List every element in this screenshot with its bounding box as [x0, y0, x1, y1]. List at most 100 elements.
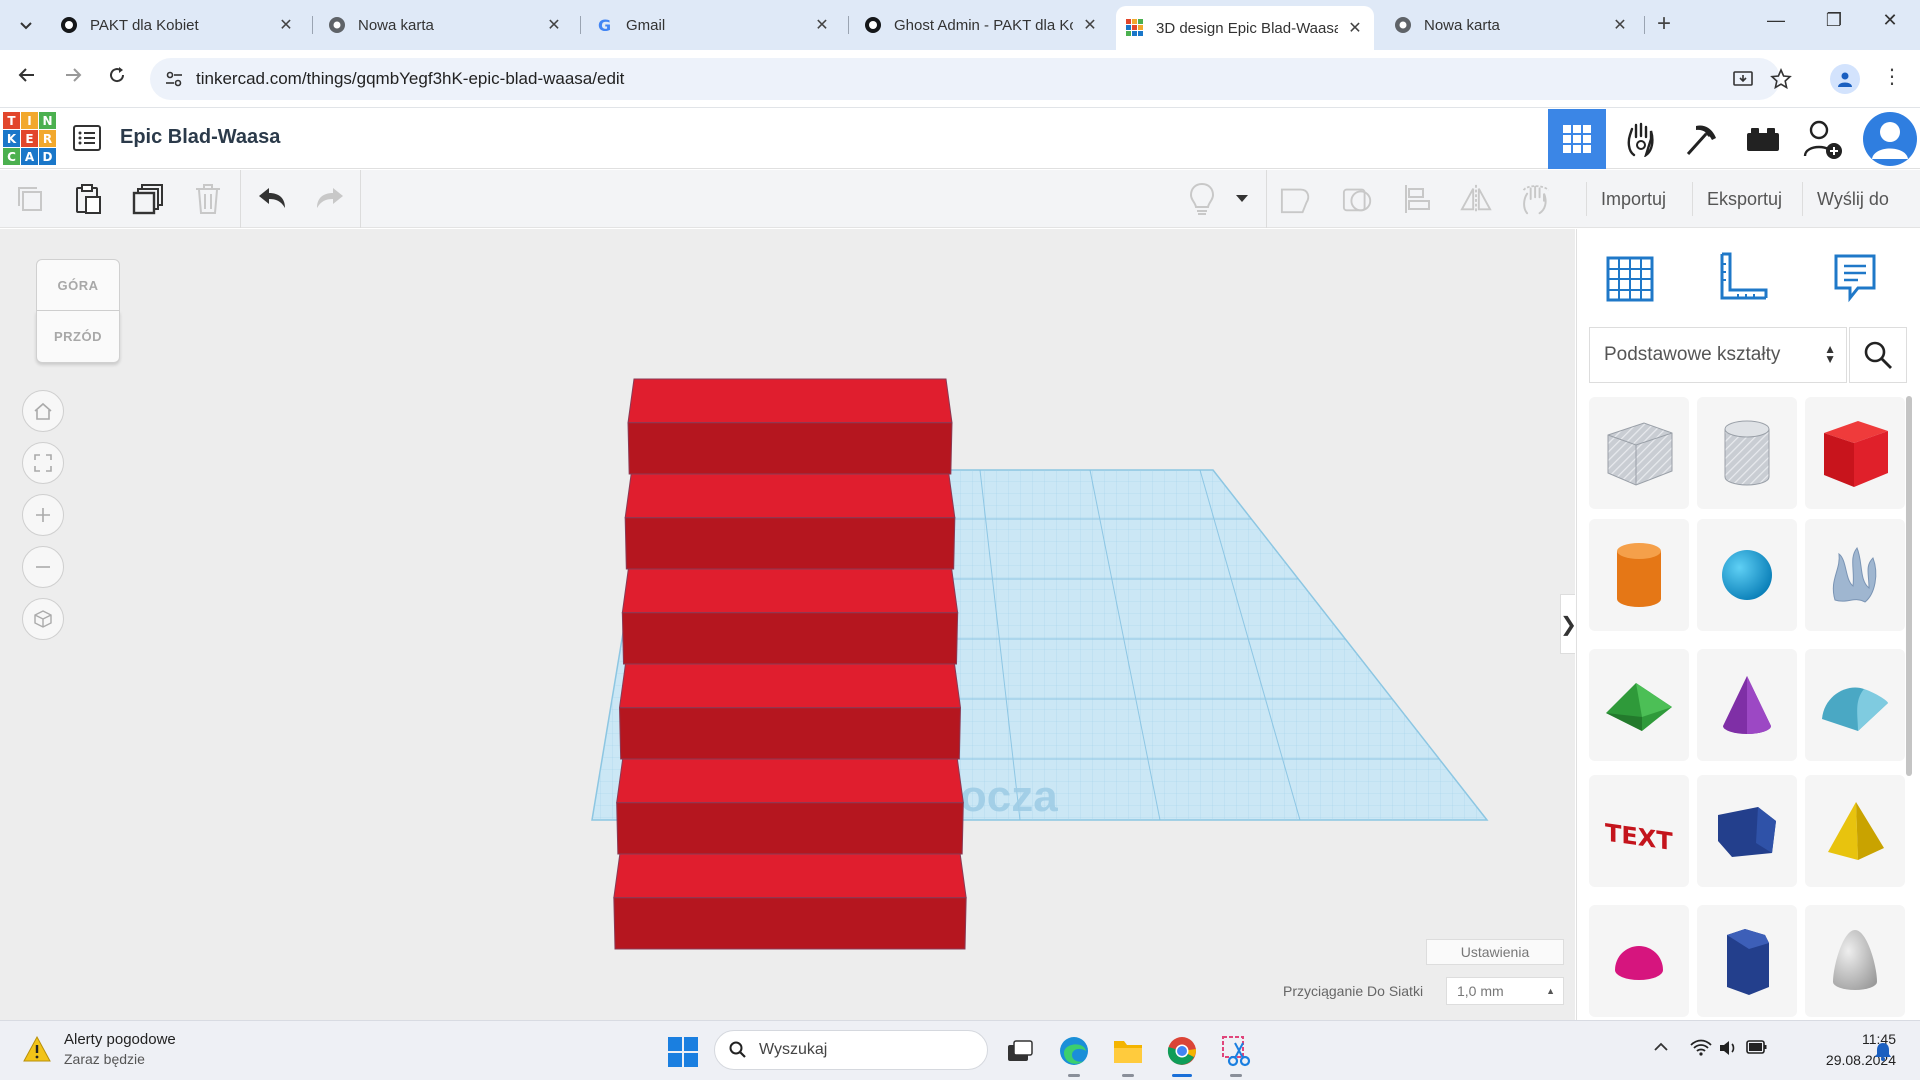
- copy-button[interactable]: [14, 183, 46, 215]
- shape-roof[interactable]: [1589, 649, 1689, 761]
- design-list-icon[interactable]: [72, 123, 102, 158]
- install-app-icon[interactable]: [1732, 68, 1754, 95]
- align-button[interactable]: [1402, 183, 1434, 215]
- start-button[interactable]: [668, 1037, 698, 1072]
- shape-search-button[interactable]: [1849, 327, 1907, 383]
- browser-tab[interactable]: Nowa karta ✕: [1384, 8, 1639, 42]
- stair-step[interactable]: [627, 378, 953, 475]
- stair-step[interactable]: [624, 473, 956, 570]
- undo-button[interactable]: [256, 183, 288, 215]
- ruler-tool-button[interactable]: [1713, 247, 1773, 307]
- settings-button[interactable]: Ustawienia: [1426, 939, 1564, 965]
- taskbar-search-placeholder: Wyszukaj: [759, 1041, 828, 1058]
- cruise-button[interactable]: [1520, 183, 1552, 215]
- shape-round-roof[interactable]: [1805, 649, 1905, 761]
- shape-box-hole[interactable]: [1589, 397, 1689, 509]
- export-button[interactable]: Eksportuj: [1692, 182, 1796, 216]
- weather-title[interactable]: Alerty pogodowe: [64, 1031, 176, 1048]
- close-icon[interactable]: ✕: [1081, 15, 1099, 35]
- tray-overflow-chevron-icon[interactable]: [1654, 1039, 1668, 1057]
- notification-bell-icon[interactable]: [1874, 1041, 1892, 1066]
- taskbar-chrome[interactable]: [1164, 1033, 1200, 1077]
- close-icon[interactable]: ✕: [813, 15, 831, 35]
- forward-button[interactable]: [58, 64, 88, 94]
- lego-view-button[interactable]: [1734, 109, 1792, 169]
- notes-dropdown-button[interactable]: [1232, 183, 1252, 215]
- blocks-view-button[interactable]: [1612, 109, 1670, 169]
- site-settings-icon[interactable]: [164, 69, 184, 94]
- duplicate-button[interactable]: [132, 183, 164, 215]
- browser-tab[interactable]: PAKT dla Kobiet ✕: [50, 8, 305, 42]
- shape-polygon[interactable]: [1697, 905, 1797, 1017]
- shape-pyramid[interactable]: [1805, 775, 1905, 887]
- redo-button[interactable]: [314, 183, 346, 215]
- bricks-view-button[interactable]: [1672, 109, 1730, 169]
- window-close-button[interactable]: ✕: [1870, 10, 1910, 31]
- stair-step[interactable]: [616, 758, 964, 855]
- shape-text[interactable]: TEXT: [1589, 775, 1689, 887]
- red-box-icon: [1824, 421, 1888, 487]
- notes-button[interactable]: [1186, 182, 1218, 215]
- browser-menu-icon[interactable]: ⋮: [1882, 64, 1902, 89]
- back-button[interactable]: [12, 64, 42, 94]
- omnibox[interactable]: tinkercad.com/things/gqmbYegf3hK-epic-bl…: [150, 58, 1792, 100]
- 3d-design-view-button[interactable]: [1548, 109, 1606, 169]
- wifi-icon[interactable]: [1690, 1039, 1712, 1062]
- workplane-tool-button[interactable]: [1601, 247, 1661, 307]
- import-button[interactable]: Importuj: [1586, 182, 1680, 216]
- shape-box[interactable]: [1805, 397, 1905, 509]
- close-icon[interactable]: ✕: [545, 15, 563, 35]
- stair-step[interactable]: [621, 568, 959, 665]
- taskbar-search[interactable]: Wyszukaj: [714, 1030, 988, 1070]
- panel-collapse-toggle[interactable]: ❯: [1560, 594, 1575, 654]
- profile-icon[interactable]: [1830, 64, 1860, 94]
- shape-cylinder[interactable]: [1589, 519, 1689, 631]
- task-view-button[interactable]: [1002, 1033, 1038, 1069]
- shape-prism[interactable]: [1697, 775, 1797, 887]
- 3d-workplane-viewport[interactable]: Płaszczyzna robocza GÓRA PRZÓD Ustawieni…: [0, 229, 1575, 1020]
- stair-object[interactable]: [0, 229, 1575, 1020]
- notes-tool-button[interactable]: [1825, 247, 1885, 307]
- weather-alert-icon[interactable]: [22, 1035, 52, 1068]
- stair-steps[interactable]: [0, 229, 1575, 1020]
- shape-cone[interactable]: [1697, 649, 1797, 761]
- stair-step[interactable]: [618, 663, 962, 760]
- new-tab-button[interactable]: +: [1650, 10, 1678, 38]
- ungroup-button[interactable]: [1342, 183, 1374, 215]
- snap-grid-select[interactable]: 1,0 mm ▲: [1446, 977, 1564, 1005]
- shape-paraboloid[interactable]: [1805, 905, 1905, 1017]
- taskbar-file-explorer[interactable]: [1110, 1033, 1146, 1077]
- shape-half-sphere[interactable]: [1589, 905, 1689, 1017]
- browser-tab-active[interactable]: 3D design Epic Blad-Waasa ✕: [1116, 6, 1374, 50]
- shape-sphere[interactable]: [1697, 519, 1797, 631]
- browser-tab[interactable]: Nowa karta ✕: [318, 8, 573, 42]
- restore-button[interactable]: ❐: [1814, 10, 1854, 31]
- shape-cylinder-hole[interactable]: [1697, 397, 1797, 509]
- send-to-button[interactable]: Wyślij do: [1802, 182, 1903, 216]
- mirror-button[interactable]: [1460, 183, 1492, 215]
- tinkercad-logo[interactable]: T I N K E R C A D: [3, 112, 56, 165]
- design-title[interactable]: Epic Blad-Waasa: [120, 126, 280, 149]
- paste-button[interactable]: [72, 183, 104, 215]
- stair-step[interactable]: [613, 853, 967, 950]
- panel-scrollbar[interactable]: [1906, 396, 1912, 776]
- bookmark-star-icon[interactable]: [1770, 67, 1792, 95]
- close-icon[interactable]: ✕: [277, 15, 295, 35]
- user-avatar[interactable]: [1860, 109, 1920, 169]
- group-button[interactable]: [1280, 183, 1312, 215]
- delete-button[interactable]: [192, 183, 224, 215]
- shape-scribble[interactable]: [1805, 519, 1905, 631]
- volume-icon[interactable]: [1718, 1039, 1738, 1062]
- invite-user-button[interactable]: [1794, 109, 1852, 169]
- shape-library-select[interactable]: Podstawowe kształty ▲ ▼: [1589, 327, 1847, 383]
- taskbar-edge[interactable]: [1056, 1033, 1092, 1077]
- minimize-button[interactable]: —: [1756, 10, 1796, 31]
- close-icon[interactable]: ✕: [1611, 15, 1629, 35]
- battery-icon[interactable]: [1746, 1039, 1768, 1060]
- browser-tab[interactable]: Ghost Admin - PAKT dla Ko ✕: [854, 8, 1109, 42]
- taskbar-snipping-tool[interactable]: [1218, 1033, 1254, 1077]
- close-icon[interactable]: ✕: [1346, 18, 1364, 38]
- reload-button[interactable]: [102, 64, 132, 94]
- browser-tab[interactable]: G Gmail ✕: [586, 8, 841, 42]
- tab-search-button[interactable]: [10, 10, 42, 40]
